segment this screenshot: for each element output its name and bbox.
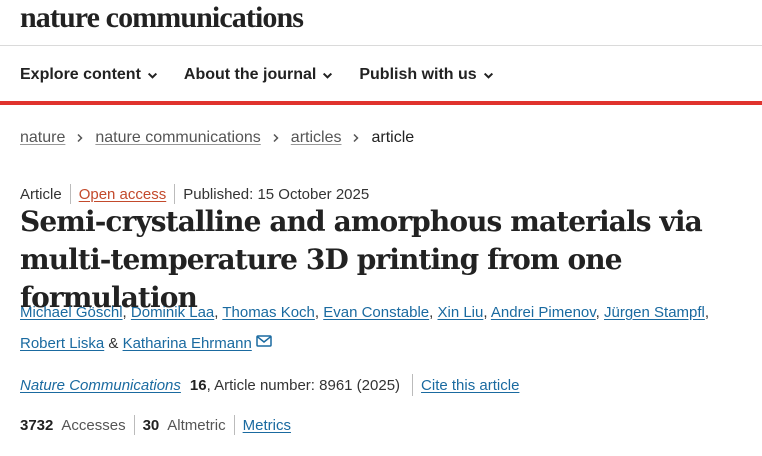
metrics-divider xyxy=(133,415,135,435)
author-link[interactable]: Katharina Ehrmann xyxy=(123,335,252,352)
accesses-count: 3732 xyxy=(20,416,54,434)
article-type: Article xyxy=(20,185,62,203)
nav-explore-content[interactable]: Explore content xyxy=(20,66,158,84)
author-link[interactable]: Evan Constable xyxy=(323,304,429,321)
main-nav: Explore content About the journal Publis… xyxy=(20,62,520,88)
nav-item-label: Explore content xyxy=(20,66,141,83)
breadcrumb-current: article xyxy=(371,129,415,146)
breadcrumb-nature[interactable]: nature xyxy=(20,129,65,147)
volume-number: 16 xyxy=(189,376,207,394)
nav-about-journal[interactable]: About the journal xyxy=(184,66,333,84)
meta-divider xyxy=(174,184,176,204)
metrics-divider xyxy=(233,415,235,435)
author-link[interactable]: Xin Liu xyxy=(437,304,483,321)
author-link[interactable]: Dominik Laa xyxy=(131,304,214,321)
cite-this-article-link[interactable]: Cite this article xyxy=(421,377,519,394)
chevron-down-icon xyxy=(323,72,333,79)
nav-publish-with-us[interactable]: Publish with us xyxy=(359,66,493,84)
author-link[interactable]: Robert Liska xyxy=(20,335,104,352)
site-logo[interactable]: nature communications xyxy=(20,0,304,38)
chevron-right-icon xyxy=(353,133,360,143)
chevron-down-icon xyxy=(483,72,493,79)
breadcrumb-nature-communications[interactable]: nature communications xyxy=(95,129,260,147)
accesses-label: Accesses xyxy=(61,416,126,434)
author-separator: , xyxy=(595,304,604,321)
chevron-down-icon xyxy=(147,72,157,79)
nav-item-label: About the journal xyxy=(183,66,317,83)
author-separator: , xyxy=(483,304,491,321)
author-link[interactable]: Jürgen Stampfl xyxy=(604,304,705,321)
site-brand-text: nature communications xyxy=(20,1,304,34)
chevron-right-icon xyxy=(77,133,83,143)
open-access-link[interactable]: Open access xyxy=(79,186,167,203)
published-date: Published: 15 October 2025 xyxy=(183,185,370,203)
journal-link[interactable]: Nature Communications xyxy=(20,377,181,394)
chevron-right-icon xyxy=(273,133,279,143)
article-meta: Article Open access Published: 15 Octobe… xyxy=(20,183,369,205)
author-separator: & xyxy=(104,335,123,352)
article-metrics: 3732 Accesses 30 Altmetric Metrics xyxy=(20,414,291,436)
citation-divider xyxy=(412,374,414,396)
article-number: , Article number: 8961 (2025) xyxy=(206,376,401,394)
citation-line: Nature Communications 16 , Article numbe… xyxy=(20,374,519,396)
breadcrumb-articles[interactable]: articles xyxy=(291,129,342,147)
author-separator: , xyxy=(704,304,710,321)
nav-item-label: Publish with us xyxy=(359,66,477,83)
author-list: Michael Göschl, Dominik Laa, Thomas Koch… xyxy=(20,297,750,359)
meta-divider xyxy=(69,184,71,204)
author-link[interactable]: Andrei Pimenov xyxy=(491,304,596,321)
header-divider xyxy=(0,45,762,46)
author-link[interactable]: Michael Göschl xyxy=(20,304,123,321)
author-link[interactable]: Thomas Koch xyxy=(222,304,315,321)
author-separator: , xyxy=(122,304,131,321)
mail-icon[interactable] xyxy=(256,335,272,347)
altmetric-label: Altmetric xyxy=(167,416,226,434)
breadcrumb: nature nature communications articles ar… xyxy=(20,127,414,149)
accent-bar xyxy=(0,101,762,105)
altmetric-count: 30 xyxy=(142,416,160,434)
author-separator: , xyxy=(314,304,324,321)
metrics-link[interactable]: Metrics xyxy=(243,417,291,434)
